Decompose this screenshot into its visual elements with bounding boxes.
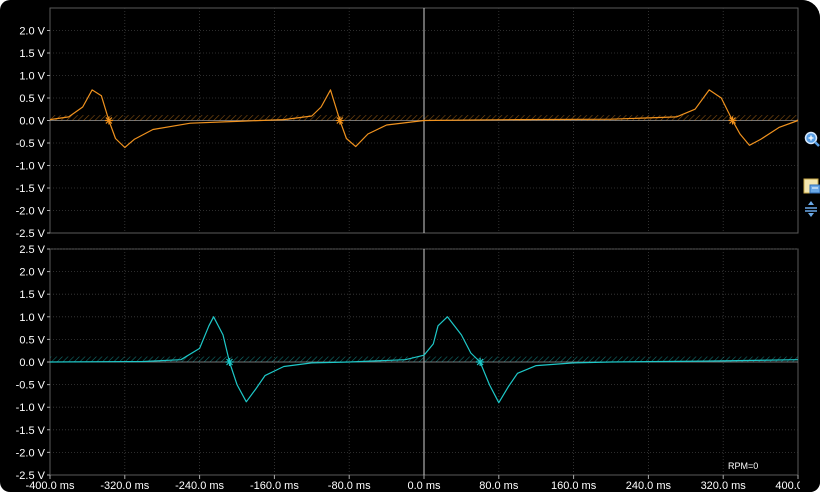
y-tick-label: 1.0 V [19,71,45,83]
x-tick-label: -80.0 ms [328,480,371,492]
y-tick-label: 1.5 V [19,48,45,60]
y-tick-label: 0.0 V [19,116,45,128]
y-tick-label: 1.5 V [19,289,45,301]
x-tick-label: 240.0 ms [626,480,672,492]
ruler-icon[interactable] [803,177,820,195]
x-tick-label: 160.0 ms [551,480,597,492]
x-tick-label: -400.0 ms [26,480,75,492]
x-tick-label: -160.0 ms [250,480,299,492]
x-tick-label: -240.0 ms [175,480,224,492]
rpm-readout: RPM=0 [728,461,759,471]
x-tick-label: 320.0 ms [701,480,747,492]
y-tick-label: -1.0 V [16,402,46,414]
x-tick-label: 0.0 ms [407,480,441,492]
y-tick-label: -1.5 V [16,183,46,195]
trigger-band-0 [50,115,798,121]
x-tick-label: 400.0 ms [775,480,800,492]
oscilloscope-view: 2.0 V 1.5 V 1.0 V 0.5 V 0.0 V -0.5 V -1.0 V -1.… [0,0,820,492]
crossing-marker [335,116,344,125]
y-tick-label: 0.5 V [19,334,45,346]
y-tick-label: -1.0 V [16,161,46,173]
y-tick-label: -0.5 V [16,380,46,392]
crossing-marker [104,116,113,125]
tool-sidebar [800,0,820,492]
y-tick-label: -2.0 V [16,206,46,218]
split-axis-icon[interactable] [803,200,820,218]
y-tick-label: -1.5 V [16,425,46,437]
crossing-marker [476,358,485,366]
crossing-marker [728,116,737,125]
y-tick-label: 2.0 V [19,267,45,279]
y-tick-label: 2.0 V [19,26,45,38]
y-tick-label: 2.5 V [19,244,45,256]
y-tick-label: -0.5 V [16,138,46,150]
y-tick-label: 0.0 V [19,357,45,369]
crossing-marker [225,358,234,366]
y-tick-label: 1.0 V [19,312,45,324]
y-tick-label: 0.5 V [19,93,45,105]
y-tick-label: -2.5 V [16,228,46,240]
y-tick-label: -2.0 V [16,447,46,459]
zoom-icon[interactable] [803,130,820,148]
x-tick-label: -320.0 ms [100,480,149,492]
x-tick-label: 80.0 ms [479,480,519,492]
scope-plot[interactable]: 2.0 V 1.5 V 1.0 V 0.5 V 0.0 V -0.5 V -1.0 V -1.… [0,0,800,492]
